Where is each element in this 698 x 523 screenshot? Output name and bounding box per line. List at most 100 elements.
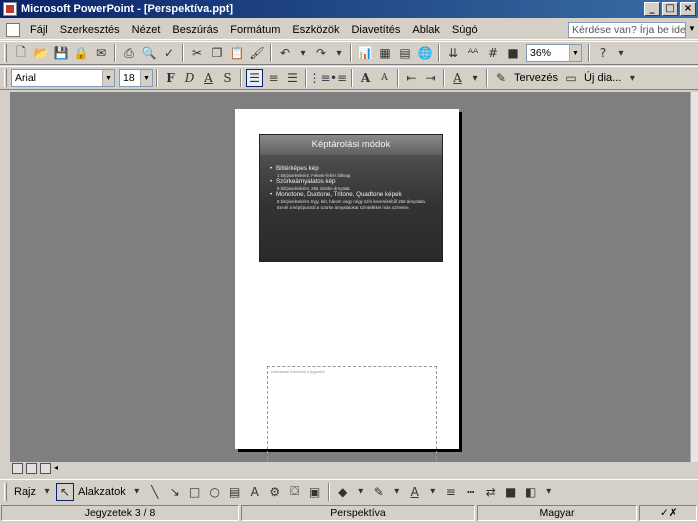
font-color-dropdown-icon[interactable]: ▾ — [426, 483, 440, 501]
zoom-dropdown-icon[interactable]: ▼ — [569, 45, 581, 61]
print-preview-icon[interactable]: 🔍 — [140, 44, 158, 62]
draw-menu-button[interactable]: Rajz — [11, 486, 39, 498]
line-color-dropdown-icon[interactable]: ▾ — [390, 483, 404, 501]
design-button[interactable]: Tervezés — [511, 72, 561, 84]
email-icon[interactable]: ✉ — [92, 44, 110, 62]
menu-edit[interactable]: Szerkesztés — [54, 21, 126, 39]
increase-font-icon[interactable]: A — [357, 69, 374, 87]
format-painter-icon[interactable]: 🖌 — [248, 44, 266, 62]
zoom-combo[interactable]: 36% ▼ — [526, 44, 582, 62]
vertical-scrollbar[interactable] — [690, 92, 698, 462]
menu-insert[interactable]: Beszúrás — [166, 21, 224, 39]
design-icon[interactable]: ✎ — [492, 69, 510, 87]
rectangle-icon[interactable]: □ — [186, 483, 204, 501]
insert-table-icon[interactable]: ▦ — [376, 44, 394, 62]
shadow-style-icon[interactable]: ■ — [502, 483, 520, 501]
menu-tools[interactable]: Eszközök — [286, 21, 345, 39]
autoshapes-dropdown-icon[interactable]: ▾ — [130, 483, 144, 501]
menu-help[interactable]: Súgó — [446, 21, 484, 39]
help-search-input[interactable]: Kérdése van? Írja be ide. — [568, 22, 686, 38]
close-button[interactable]: × — [680, 2, 696, 16]
clipart-icon[interactable]: ⛋ — [286, 483, 304, 501]
picture-icon[interactable]: ▣ — [306, 483, 324, 501]
spelling-status-icon[interactable]: ✓✗ — [639, 505, 697, 521]
draw-dropdown-icon[interactable]: ▾ — [40, 483, 54, 501]
menu-window[interactable]: Ablak — [406, 21, 446, 39]
3d-style-icon[interactable]: ◧ — [522, 483, 540, 501]
copy-icon[interactable]: ❐ — [208, 44, 226, 62]
expand-all-icon[interactable]: ⇊ — [444, 44, 462, 62]
open-icon[interactable]: 📂 — [32, 44, 50, 62]
save-icon[interactable]: 💾 — [52, 44, 70, 62]
autoshapes-menu-button[interactable]: Alakzatok — [75, 486, 129, 498]
font-color-icon[interactable]: A — [406, 483, 424, 501]
hyperlink-icon[interactable]: 🌐 — [416, 44, 434, 62]
undo-icon[interactable]: ↶ — [276, 44, 294, 62]
font-color-dropdown-icon[interactable]: ▾ — [468, 69, 482, 87]
align-center-icon[interactable]: ≡ — [265, 69, 282, 87]
show-formatting-icon[interactable]: ᴬᴬ — [464, 44, 482, 62]
decrease-indent-icon[interactable]: ⇤ — [403, 69, 420, 87]
grid-icon[interactable]: # — [484, 44, 502, 62]
font-color-icon[interactable]: A — [449, 69, 466, 87]
wordart-icon[interactable]: A — [246, 483, 264, 501]
toolbar-options-icon[interactable]: ▾ — [542, 483, 556, 501]
toolbar-options-icon[interactable]: ▾ — [614, 44, 628, 62]
bullets-icon[interactable]: •≡ — [330, 69, 347, 87]
menu-format[interactable]: Formátum — [224, 21, 286, 39]
dash-style-icon[interactable]: ┅ — [462, 483, 480, 501]
redo-dropdown-icon[interactable]: ▾ — [332, 44, 346, 62]
oval-icon[interactable]: ○ — [206, 483, 224, 501]
shadow-button[interactable]: S — [219, 69, 236, 87]
menu-view[interactable]: Nézet — [126, 21, 167, 39]
toolbar-grip[interactable] — [4, 69, 7, 87]
fill-color-icon[interactable]: ◆ — [334, 483, 352, 501]
bold-button[interactable]: F — [162, 69, 179, 87]
scroll-left-icon[interactable]: ◂ — [54, 463, 65, 474]
line-color-icon[interactable]: ✎ — [370, 483, 388, 501]
powerpoint-app-icon[interactable] — [3, 2, 17, 16]
toolbar-options-icon[interactable]: ▾ — [625, 69, 639, 87]
paste-icon[interactable]: 📋 — [228, 44, 246, 62]
cut-icon[interactable]: ✂ — [188, 44, 206, 62]
textbox-icon[interactable]: ▤ — [226, 483, 244, 501]
new-icon[interactable]: 🗋 — [12, 44, 30, 62]
undo-dropdown-icon[interactable]: ▾ — [296, 44, 310, 62]
insert-chart-icon[interactable]: 📊 — [356, 44, 374, 62]
restore-button[interactable]: □ — [662, 2, 678, 16]
notes-placeholder-box[interactable]: Kattintással felvehetők a jegyzetek — [267, 366, 437, 462]
normal-view-icon[interactable] — [12, 463, 23, 474]
help-dropdown-icon[interactable]: ▼ — [688, 24, 696, 33]
numbering-icon[interactable]: ⋮≡ — [308, 69, 330, 87]
new-slide-button[interactable]: Új dia... — [581, 72, 624, 84]
italic-button[interactable]: D — [181, 69, 198, 87]
help-icon[interactable]: ? — [594, 44, 612, 62]
menu-file[interactable]: Fájl — [24, 21, 54, 39]
slide-sorter-view-icon[interactable] — [26, 463, 37, 474]
notes-page-workspace[interactable]: Képtárolási módok Bittérképes kép 1 bit/… — [10, 92, 690, 462]
diagram-icon[interactable]: ⚙ — [266, 483, 284, 501]
spelling-icon[interactable]: ✓ — [160, 44, 178, 62]
slideshow-view-icon[interactable] — [40, 463, 51, 474]
align-left-icon[interactable]: ☰ — [246, 69, 263, 87]
line-icon[interactable]: ╲ — [146, 483, 164, 501]
font-combo[interactable]: Arial ▼ — [11, 69, 115, 87]
menu-slideshow[interactable]: Diavetítés — [345, 21, 406, 39]
minimize-button[interactable]: _ — [644, 2, 660, 16]
new-slide-icon[interactable]: ▭ — [562, 69, 580, 87]
tables-borders-icon[interactable]: ▤ — [396, 44, 414, 62]
redo-icon[interactable]: ↷ — [312, 44, 330, 62]
color-grayscale-icon[interactable]: ■ — [504, 44, 522, 62]
select-objects-icon[interactable]: ↖ — [56, 482, 75, 501]
font-size-dropdown-icon[interactable]: ▼ — [140, 70, 152, 86]
toolbar-grip[interactable] — [4, 482, 7, 501]
document-icon[interactable] — [6, 22, 20, 37]
increase-indent-icon[interactable]: ⇥ — [422, 69, 439, 87]
align-right-icon[interactable]: ☰ — [284, 69, 301, 87]
toolbar-grip[interactable] — [4, 44, 7, 62]
print-icon[interactable]: ⎙ — [120, 44, 138, 62]
slide-thumbnail[interactable]: Képtárolási módok Bittérképes kép 1 bit/… — [259, 134, 443, 262]
font-size-combo[interactable]: 18 ▼ — [119, 69, 153, 87]
underline-button[interactable]: A — [200, 69, 217, 87]
line-style-icon[interactable]: ≡ — [442, 483, 460, 501]
